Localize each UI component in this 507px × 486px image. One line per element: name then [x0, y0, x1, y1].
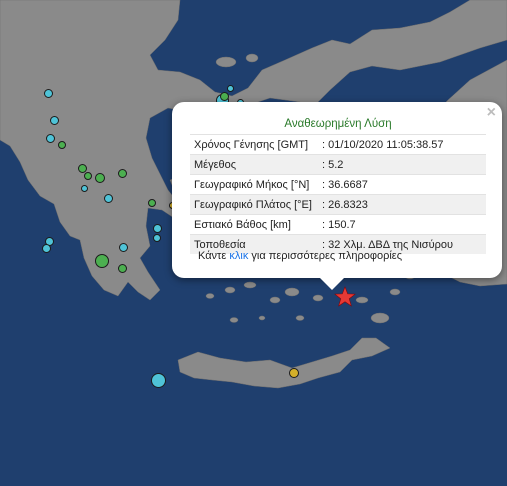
map-view[interactable]: × Αναθεωρημένη Λύση Χρόνος Γένησης [GMT]… — [0, 0, 507, 486]
earthquake-marker[interactable] — [95, 254, 109, 268]
row-label: Εστιακό Βάθος [km] — [190, 214, 318, 235]
earthquake-marker[interactable] — [84, 172, 92, 180]
info-row-magnitude: Μέγεθος : 5.2 — [190, 154, 486, 175]
more-info-link[interactable]: κλικ — [229, 250, 248, 262]
earthquake-marker[interactable] — [117, 168, 127, 178]
info-row-time: Χρόνος Γένησης [GMT] : 01/10/2020 11:05:… — [190, 134, 486, 155]
earthquake-marker[interactable] — [153, 234, 161, 242]
row-value: : 5.2 — [318, 154, 486, 175]
close-icon[interactable]: × — [487, 105, 496, 121]
more-prefix: Κάντε — [198, 250, 227, 262]
info-table: Αναθεωρημένη Λύση Χρόνος Γένησης [GMT] :… — [190, 114, 486, 254]
earthquake-marker[interactable] — [77, 163, 87, 173]
info-popup: × Αναθεωρημένη Λύση Χρόνος Γένησης [GMT]… — [172, 102, 502, 290]
row-label: Χρόνος Γένησης [GMT] — [190, 134, 318, 155]
earthquake-marker[interactable] — [80, 184, 88, 192]
earthquake-marker[interactable] — [148, 199, 156, 207]
earthquake-marker[interactable] — [117, 263, 127, 273]
earthquake-marker[interactable] — [150, 372, 166, 388]
earthquake-marker[interactable] — [41, 243, 51, 253]
earthquake-marker[interactable] — [58, 141, 66, 149]
row-value: : 01/10/2020 11:05:38.57 — [318, 134, 486, 155]
popup-title: Αναθεωρημένη Λύση — [284, 117, 392, 130]
popup-pointer — [320, 278, 344, 290]
earthquake-marker[interactable] — [289, 368, 299, 378]
row-label: Γεωγραφικό Πλάτος [°E] — [190, 194, 318, 215]
row-label: Γεωγραφικό Μήκος [°N] — [190, 174, 318, 195]
info-row-longitude: Γεωγραφικό Πλάτος [°E] : 26.8323 — [190, 194, 486, 215]
earthquake-marker[interactable] — [43, 88, 53, 98]
row-value: : 26.8323 — [318, 194, 486, 215]
earthquake-marker[interactable] — [49, 115, 59, 125]
more-info-text: Κάντε κλικ για περισσότερες πληροφορίες — [198, 250, 402, 262]
earthquake-marker[interactable] — [226, 84, 234, 92]
info-row-latitude: Γεωγραφικό Μήκος [°N] : 36.6687 — [190, 174, 486, 195]
row-value: : 36.6687 — [318, 174, 486, 195]
row-value: : 150.7 — [318, 214, 486, 235]
earthquake-marker[interactable] — [152, 223, 162, 233]
row-label: Μέγεθος — [190, 154, 318, 175]
earthquake-marker[interactable] — [219, 91, 229, 101]
earthquake-marker[interactable] — [45, 133, 55, 143]
earthquake-marker[interactable] — [118, 242, 128, 252]
more-suffix: για περισσότερες πληροφορίες — [251, 250, 402, 262]
earthquake-marker[interactable] — [103, 193, 113, 203]
earthquake-marker[interactable] — [95, 173, 105, 183]
info-row-depth: Εστιακό Βάθος [km] : 150.7 — [190, 214, 486, 235]
